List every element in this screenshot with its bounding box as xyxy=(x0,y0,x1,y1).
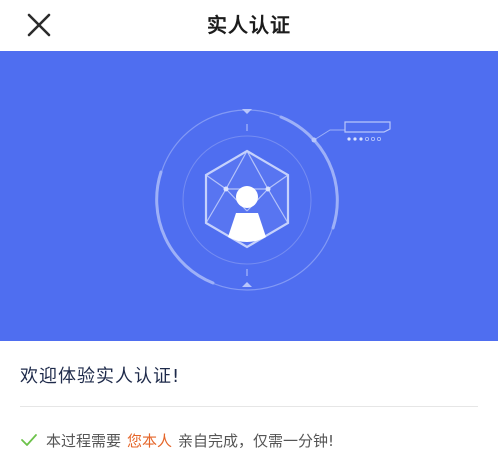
dot-5 xyxy=(370,137,375,142)
person-head xyxy=(236,186,258,208)
dot-2 xyxy=(353,137,357,141)
info-highlight: 您本人 xyxy=(127,431,173,450)
divider xyxy=(20,406,478,407)
callout-node xyxy=(311,137,317,143)
hero-banner xyxy=(0,51,498,341)
face-scan-illustration xyxy=(155,109,391,291)
dot-6 xyxy=(376,137,381,142)
net-node-left xyxy=(223,186,229,192)
info-prefix: 本过程需要 xyxy=(46,431,122,450)
net-node-right xyxy=(265,186,271,192)
outer-arc-left xyxy=(155,170,215,285)
welcome-text: 欢迎体验实人认证! xyxy=(20,366,181,387)
outer-arc-right xyxy=(279,115,339,230)
top-bar: 实人认证 xyxy=(0,0,498,50)
dot-1 xyxy=(347,137,351,141)
dot-4 xyxy=(364,137,369,142)
callout-box xyxy=(344,121,391,133)
top-marker xyxy=(242,109,252,114)
check-icon xyxy=(20,431,38,449)
callout-line xyxy=(313,129,345,141)
dot-3 xyxy=(359,137,363,141)
page-title: 实人认证 xyxy=(207,13,291,37)
info-line: 本过程需要 您本人 亲自完成，仅需一分钟! xyxy=(20,430,334,450)
bottom-marker xyxy=(242,282,252,287)
info-suffix: 亲自完成，仅需一分钟! xyxy=(178,431,335,450)
